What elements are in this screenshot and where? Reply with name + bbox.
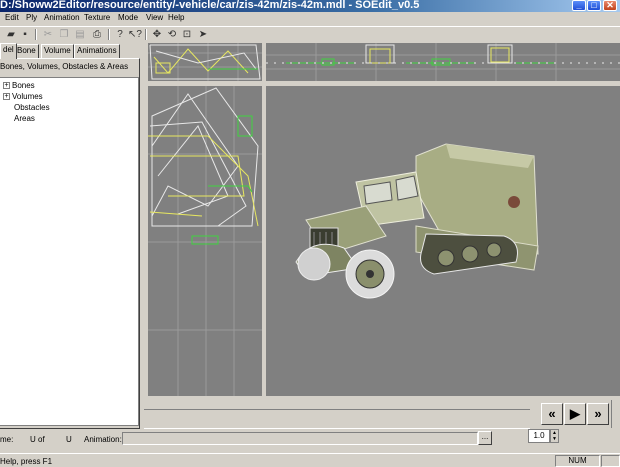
wireframe-top-right [266,43,620,81]
move-icon[interactable]: ✥ [150,28,164,41]
tree-item-volumes[interactable]: + Volumes [3,92,43,101]
close-button[interactable]: ✕ [603,0,617,11]
context-help-icon[interactable]: ↖? [128,28,142,41]
expand-icon[interactable]: + [3,93,10,101]
menu-texture[interactable]: Texture [84,13,110,22]
frame-current-value: U [30,435,36,444]
num-lock-indicator: NUM [555,455,600,467]
browse-animation-button[interactable]: ... [478,431,492,445]
play-button[interactable]: ▶ [564,403,586,425]
tree-item-obstacles[interactable]: Obstacles [14,103,50,112]
toolbar-separator [108,29,110,40]
expand-icon[interactable]: + [3,82,10,90]
viewport-top-right[interactable] [266,43,620,81]
tree-item-label: Areas [14,114,35,123]
tree-item-areas[interactable]: Areas [14,114,35,123]
tab-bone[interactable]: Bone [14,44,39,58]
speed-input[interactable]: 1.0 [528,429,550,443]
title-bar: D:/Showw2Editor/resource/entity/-vehicle… [0,0,620,12]
viewport-side[interactable] [148,86,262,396]
tree-item-bones[interactable]: + Bones [3,81,35,90]
timeline-track [144,409,530,410]
toolbar: ▰ ▪ ✂ ❐ ▤ ⎙ ? ↖? ✥ ⟲ ⊡ ➤ [0,26,620,42]
select-arrow-icon[interactable]: ➤ [196,28,210,41]
viewport-top-left[interactable] [148,43,262,81]
tab-volume[interactable]: Volume [41,44,74,58]
group-label: Bones, Volumes, Obstacles & Areas [0,62,129,71]
tree-item-label: Volumes [12,92,43,101]
status-text: Help, press F1 [0,457,53,466]
cut-icon[interactable]: ✂ [41,28,55,41]
tree-item-label: Obstacles [14,103,50,112]
scroll-edge [611,400,620,428]
toolbar-separator [35,29,37,40]
menu-ply[interactable]: Ply [26,13,37,22]
tree-item-label: Bones [12,81,35,90]
toolbar-separator [145,29,147,40]
menu-mode[interactable]: Mode [118,13,138,22]
animation-label: Animation: [84,435,122,444]
menu-bar: Edit Ply Animation Texture Mode View Hel… [0,12,620,26]
menu-animation[interactable]: Animation [44,13,80,22]
frame-total-value: U [66,435,72,444]
animation-name-field[interactable] [122,432,478,445]
speed-spinner[interactable]: ▲ ▼ [550,429,559,443]
scale-icon[interactable]: ⊡ [180,28,194,41]
paste-icon[interactable]: ▤ [73,28,87,41]
menu-help[interactable]: Help [168,13,184,22]
object-tree[interactable]: + Bones + Volumes Obstacles Areas [0,77,139,426]
wireframe-top-left [148,43,262,81]
save-icon[interactable]: ▪ [18,28,32,41]
of-label: of [38,435,45,444]
maximize-button[interactable]: □ [587,0,601,11]
viewport-3d-perspective[interactable] [266,86,620,396]
truck-model [295,143,539,299]
open-icon[interactable]: ▰ [4,28,18,41]
left-panel-tabs: del Bone Volume Animations [0,43,140,59]
help-icon[interactable]: ? [113,28,127,41]
fast-forward-button[interactable]: » [587,403,609,425]
minimize-button[interactable]: _ [572,0,586,11]
animation-timeline[interactable] [144,399,534,415]
menu-view[interactable]: View [146,13,163,22]
print-icon[interactable]: ⎙ [90,28,104,41]
copy-icon[interactable]: ❐ [57,28,71,41]
frame-label: me: [0,435,14,444]
status-bar: Help, press F1 NUM [0,453,620,467]
menu-edit[interactable]: Edit [5,13,19,22]
window-title: D:/Showw2Editor/resource/entity/-vehicle… [0,0,420,11]
rotate-icon[interactable]: ⟲ [165,28,179,41]
tab-animations[interactable]: Animations [74,44,120,58]
status-pane [601,455,620,467]
timeline-divider [144,428,530,429]
rewind-button[interactable]: « [541,403,563,425]
tab-model[interactable]: del [0,43,17,59]
wireframe-side [148,86,262,396]
